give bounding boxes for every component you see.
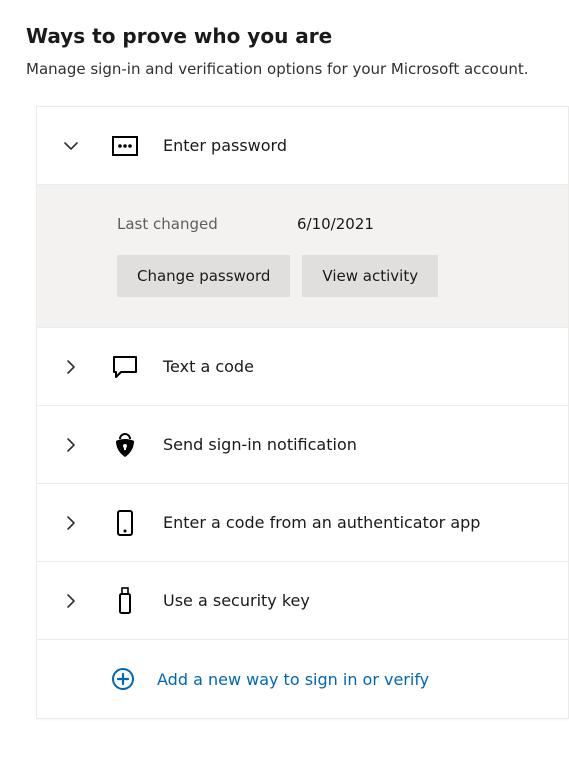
chevron-right-icon — [61, 513, 81, 533]
chevron-right-icon — [61, 357, 81, 377]
chevron-right-icon — [61, 435, 81, 455]
chevron-down-icon — [61, 136, 81, 156]
row-authenticator-app[interactable]: Enter a code from an authenticator app — [37, 484, 568, 562]
last-changed-label: Last changed — [117, 215, 297, 233]
row-add-new[interactable]: Add a new way to sign in or verify — [37, 640, 568, 718]
last-changed-value: 6/10/2021 — [297, 215, 374, 233]
row-text-code[interactable]: Text a code — [37, 328, 568, 406]
change-password-button[interactable]: Change password — [117, 255, 290, 297]
row-label-auth-app: Enter a code from an authenticator app — [163, 513, 480, 532]
row-security-key[interactable]: Use a security key — [37, 562, 568, 640]
row-enter-password[interactable]: Enter password — [37, 107, 568, 185]
usb-key-icon — [111, 587, 139, 615]
password-icon — [111, 132, 139, 160]
lock-shield-icon — [111, 431, 139, 459]
row-label-notification: Send sign-in notification — [163, 435, 357, 454]
view-activity-button[interactable]: View activity — [302, 255, 438, 297]
add-circle-icon — [111, 667, 135, 691]
security-methods-list: Enter password Last changed 6/10/2021 Ch… — [36, 106, 569, 719]
add-new-link[interactable]: Add a new way to sign in or verify — [157, 670, 429, 689]
page-title: Ways to prove who you are — [26, 24, 569, 48]
chevron-right-icon — [61, 591, 81, 611]
password-detail-panel: Last changed 6/10/2021 Change password V… — [37, 185, 568, 328]
row-notification[interactable]: Send sign-in notification — [37, 406, 568, 484]
page-subtitle: Manage sign-in and verification options … — [26, 60, 569, 78]
text-message-icon — [111, 353, 139, 381]
row-label-password: Enter password — [163, 136, 287, 155]
phone-icon — [111, 509, 139, 537]
row-label-security-key: Use a security key — [163, 591, 310, 610]
row-label-text-code: Text a code — [163, 357, 254, 376]
